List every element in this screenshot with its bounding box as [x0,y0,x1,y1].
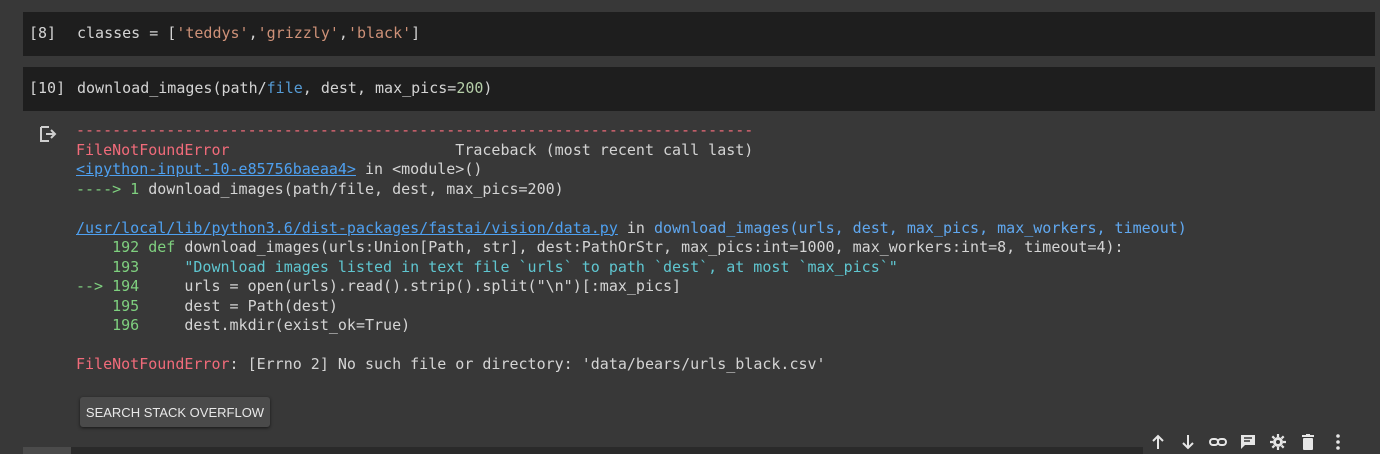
next-cell-edge [23,447,1143,454]
gear-icon[interactable] [1263,430,1293,454]
error-name: FileNotFoundError [76,140,230,159]
arrow-up-icon[interactable] [1143,430,1173,454]
cell-prompt: [10] [29,79,66,97]
link-icon[interactable] [1203,430,1233,454]
final-error-message: : [Errno 2] No such file or directory: '… [229,355,826,373]
arrow-down-icon[interactable] [1173,430,1203,454]
code-cell-10[interactable]: [10] download_images(path/file, dest, ma… [23,67,1375,111]
source-file-link[interactable]: /usr/local/lib/python3.6/dist-packages/f… [76,219,618,237]
traceback-divider: ----------------------------------------… [76,121,754,139]
ipython-input-link[interactable]: <ipython-input-10-e85756baeaa4> [76,160,356,178]
code-cell-8[interactable]: [8] classes = ['teddys','grizzly','black… [23,12,1375,56]
more-vert-icon[interactable] [1323,430,1353,454]
traceback-header: Traceback (most recent call last) [229,140,754,159]
cell-code[interactable]: download_images(path/file, dest, max_pic… [77,79,492,97]
cell-code[interactable]: classes = ['teddys','grizzly','black'] [77,24,420,42]
trash-icon[interactable] [1293,430,1323,454]
output-icon[interactable] [38,124,58,144]
comment-icon[interactable] [1233,430,1263,454]
function-signature: download_images(urls, dest, max_pics, ma… [653,218,1187,237]
cell-prompt: [8] [29,24,57,42]
traceback-arrow: --> 194 [76,277,149,295]
search-stack-overflow-button[interactable]: SEARCH STACK OVERFLOW [80,397,270,427]
traceback-arrow: ----> 1 [76,179,149,198]
cell-toolbar [1143,430,1380,454]
final-error-name: FileNotFoundError [76,355,230,373]
cell-output-traceback: ----------------------------------------… [76,121,1187,373]
